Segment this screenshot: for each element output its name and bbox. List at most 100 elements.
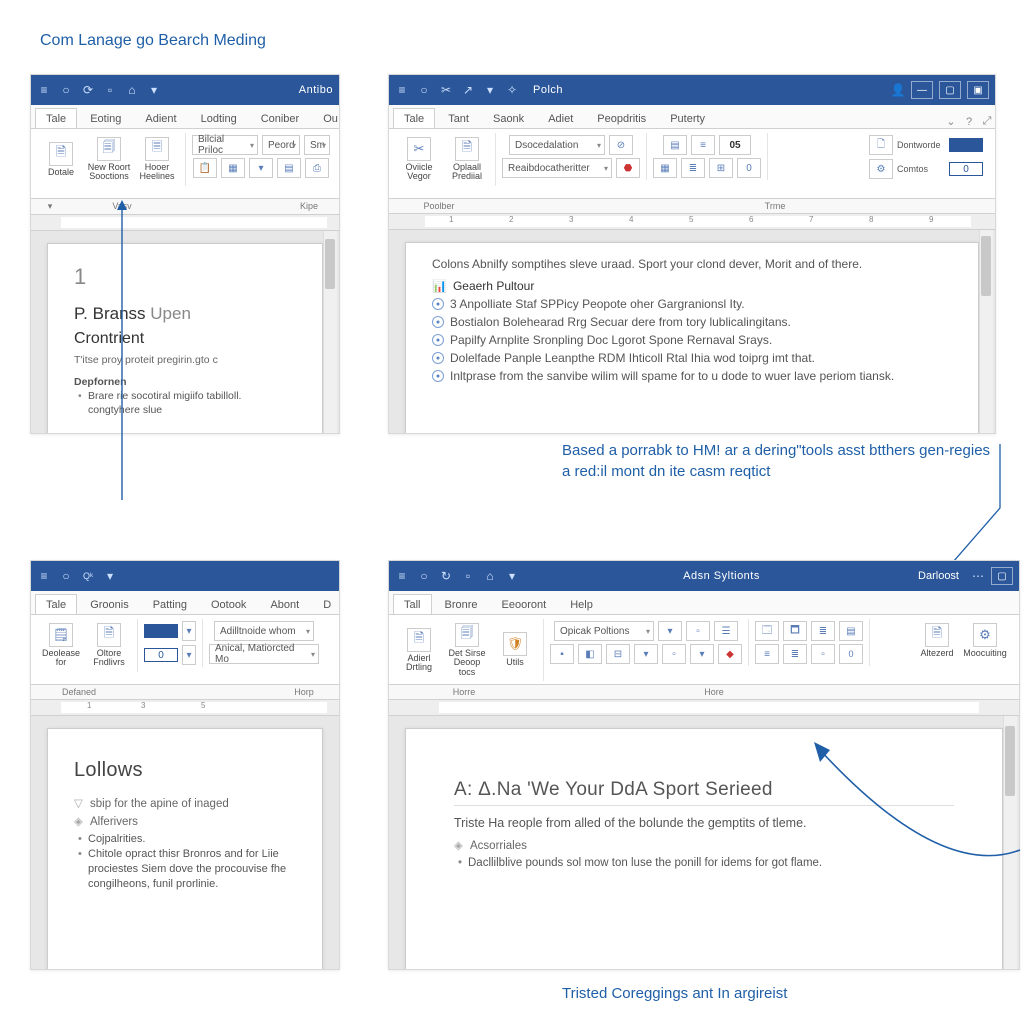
list-item[interactable]: ●Inltprase from the sanvibe wilim will s… [432,369,952,383]
warn-icon[interactable]: ◆ [718,644,742,664]
tab-tale[interactable]: Tale [35,594,77,614]
scrollbar[interactable] [323,231,337,434]
num-badge[interactable]: 05 [719,135,751,155]
g4-icon[interactable]: ▤ [839,621,863,641]
circle-icon[interactable]: ○ [59,569,73,583]
tab-tant[interactable]: Tant [437,108,480,128]
gear-icon[interactable]: ⚙ [869,159,893,179]
pin-icon[interactable]: ⤢ [979,115,995,128]
dropdown-icon[interactable]: ▾ [182,645,196,665]
g7-icon[interactable]: ▫ [811,644,835,664]
tab-eoting[interactable]: Eoting [79,108,132,128]
combo-reaibdo[interactable]: Reaibdocatheritter [502,158,612,178]
combo-anical[interactable]: Anical, Matiorcted Mo [209,644,319,664]
new-root-button[interactable]: 🗐New Roort Sooctions [87,135,131,184]
grid-icon[interactable]: ▤ [277,158,301,178]
doc-icon[interactable]: 🗋 [869,135,893,155]
scrollbar[interactable] [979,230,993,434]
refresh-icon[interactable]: ⟳ [81,83,95,97]
b1-icon[interactable]: ▪ [550,644,574,664]
user-icon[interactable]: 👤 [891,83,905,97]
collapse-icon[interactable]: ⌄ [943,115,959,128]
help-icon[interactable]: ? [961,116,977,128]
qat-icon[interactable]: Qᵏ [81,569,95,583]
b4-icon[interactable]: ▾ [634,644,658,664]
opt2-icon[interactable]: ▫ [686,621,710,641]
indent-icon[interactable]: ≣ [681,158,705,178]
menu-icon[interactable]: ≡ [395,83,409,97]
g1-icon[interactable]: 🗔 [755,621,779,641]
cut-icon[interactable]: ✂ [439,83,453,97]
dropdown-icon[interactable]: ▾ [103,569,117,583]
refresh-icon[interactable]: ↻ [439,569,453,583]
moocuiting-button[interactable]: ⚙Moocuiting [963,621,1007,660]
menu-icon[interactable]: ≡ [37,569,51,583]
oplaall-button[interactable]: 🗎Oplaall Prediial [445,135,489,184]
g2-icon[interactable]: 🗖 [783,621,807,641]
clipboard-icon[interactable]: 📋 [193,158,217,178]
tab-puterty[interactable]: Puterty [659,108,716,128]
b2-icon[interactable]: ◧ [578,644,602,664]
circle-icon[interactable]: ○ [59,83,73,97]
utils-button[interactable]: 🛡Utils [493,630,537,669]
combo-dsocedalation[interactable]: Dsocedalation [509,135,605,155]
tab-bronre[interactable]: Bronre [434,594,489,614]
altezerd-button[interactable]: 🗎Altezerd [915,621,959,660]
save-icon[interactable]: ⌂ [483,569,497,583]
print-icon[interactable]: ⎙ [305,158,329,178]
b5-icon[interactable]: ▫ [662,644,686,664]
arrow-icon[interactable]: ↗ [461,83,475,97]
g3-icon[interactable]: ≣ [811,621,835,641]
circle-icon[interactable]: ○ [417,569,431,583]
tab-d[interactable]: D [312,594,340,614]
deolease-button[interactable]: 🗒Deolease for [39,621,83,670]
save-icon[interactable]: ⌂ [125,83,139,97]
menu-icon[interactable]: ≡ [395,569,409,583]
align-center-icon[interactable]: ≡ [691,135,715,155]
combo-sm[interactable]: Sm [304,135,330,155]
opt3-icon[interactable]: ☰ [714,621,738,641]
circle-icon[interactable]: ○ [417,83,431,97]
page-icon[interactable]: ▫ [103,83,117,97]
close-button[interactable]: ▣ [967,81,989,99]
color-swatch[interactable] [949,138,983,152]
star-icon[interactable]: ✧ [505,83,519,97]
tab-saonk[interactable]: Saonk [482,108,535,128]
b3-icon[interactable]: ⊟ [606,644,630,664]
zero-box[interactable]: 0 [949,162,983,176]
oviicle-button[interactable]: ✂Oviicle Vegor [397,135,441,184]
page-icon[interactable]: ▫ [461,569,475,583]
tab-tale[interactable]: Tale [35,108,77,128]
list-icon[interactable]: ▦ [653,158,677,178]
g8-icon[interactable]: 0 [839,644,863,664]
color-swatch[interactable] [144,624,178,638]
det-sirse-button[interactable]: 🗐Det Sirse Deoop tocs [445,621,489,679]
minimize-button[interactable]: — [911,81,933,99]
list-item[interactable]: ●Papilfy Arnplite Sronpling Doc Lgorot S… [432,333,952,347]
tab-ootook[interactable]: Ootook [200,594,257,614]
b6-icon[interactable]: ▾ [690,644,714,664]
hooer-button[interactable]: 🗏Hooer Heelines [135,135,179,184]
tab-abont[interactable]: Abont [259,594,310,614]
g6-icon[interactable]: ≣ [783,644,807,664]
more-icon[interactable]: ▾ [249,158,273,178]
list-item[interactable]: ●Dolelfade Panple Leanpthe RDM Ihticoll … [432,351,952,365]
scrollbar[interactable] [1003,716,1017,970]
tab-adient[interactable]: Adient [134,108,187,128]
tab-adiet[interactable]: Adiet [537,108,584,128]
combo-opicak[interactable]: Opicak Poltions [554,621,654,641]
tab-help[interactable]: Help [559,594,604,614]
dropdown-icon[interactable]: ▾ [483,83,497,97]
tab-lodting[interactable]: Lodting [190,108,248,128]
align-left-icon[interactable]: ▤ [663,135,687,155]
maximize-button[interactable]: ▢ [939,81,961,99]
tab-peopdritis[interactable]: Peopdritis [586,108,657,128]
combo-peord[interactable]: Peord [262,135,300,155]
list-item[interactable]: ●3 Anpolliate Staf SPPicy Peopote oher G… [432,297,952,311]
maximize-button[interactable]: ▢ [991,567,1013,585]
dropdown-icon[interactable]: ▾ [147,83,161,97]
list-item[interactable]: ●Bostialon Bolehearad Rrg Secuar dere fr… [432,315,952,329]
menu-icon[interactable]: ≡ [37,83,51,97]
chart-icon[interactable]: ▦ [221,158,245,178]
clear-icon[interactable]: ⊘ [609,135,633,155]
